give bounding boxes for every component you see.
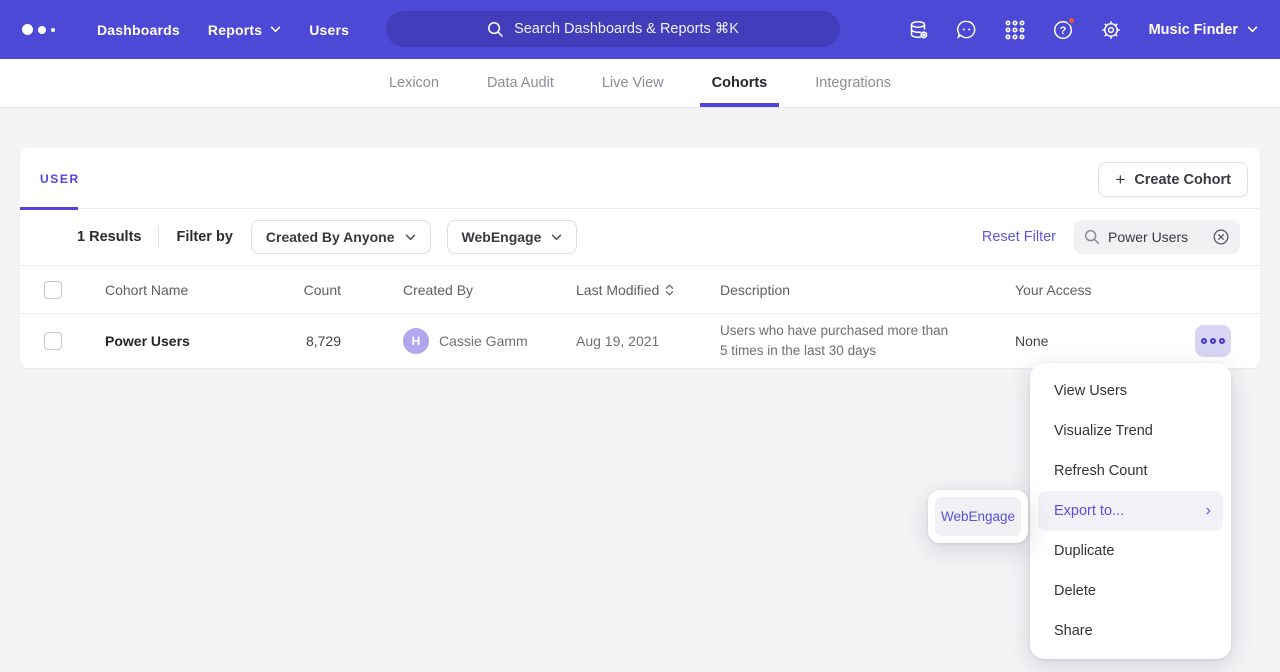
nav-item-dashboards[interactable]: Dashboards: [83, 0, 194, 59]
chevron-down-icon: [1247, 26, 1258, 33]
cohort-search-value: Power Users: [1108, 229, 1204, 245]
last-modified-cell: Aug 19, 2021: [556, 333, 700, 349]
tab-lexicon[interactable]: Lexicon: [365, 59, 463, 107]
global-search-input[interactable]: Search Dashboards & Reports ⌘K: [386, 11, 840, 47]
created-by-cell: H Cassie Gamm: [341, 328, 556, 354]
search-icon: [487, 21, 504, 38]
data-management-icon[interactable]: [895, 0, 943, 59]
menu-item-duplicate[interactable]: Duplicate: [1038, 531, 1223, 571]
row-checkbox[interactable]: [44, 332, 62, 350]
menu-item-delete[interactable]: Delete: [1038, 571, 1223, 611]
nav-item-users[interactable]: Users: [295, 0, 363, 59]
nav-item-reports[interactable]: Reports: [194, 0, 295, 59]
account-name: Music Finder: [1149, 22, 1238, 38]
clear-search-icon[interactable]: [1212, 228, 1230, 246]
results-count: 1 Results: [77, 229, 141, 245]
menu-item-refresh-count[interactable]: Refresh Count: [1038, 451, 1223, 491]
cohort-name-cell[interactable]: Power Users: [85, 333, 285, 349]
tab-live-view[interactable]: Live View: [578, 59, 688, 107]
apps-grid-icon[interactable]: [991, 0, 1039, 59]
submenu-item-webengage[interactable]: WebEngage: [935, 497, 1021, 536]
chevron-down-icon: [551, 234, 562, 241]
create-cohort-button[interactable]: + Create Cohort: [1098, 162, 1248, 197]
global-search-placeholder: Search Dashboards & Reports ⌘K: [514, 21, 739, 37]
column-header-created-by[interactable]: Created By: [341, 282, 556, 298]
submenu-chevron-right-icon: ›: [1206, 503, 1211, 519]
table-header-row: Cohort Name Count Created By Last Modifi…: [20, 265, 1260, 314]
chevron-down-icon: [405, 234, 416, 241]
notification-badge: [1067, 16, 1076, 25]
menu-item-visualize-trend[interactable]: Visualize Trend: [1038, 411, 1223, 451]
tab-cohorts[interactable]: Cohorts: [688, 59, 792, 107]
select-all-checkbox[interactable]: [44, 281, 62, 299]
cohorts-card: USER + Create Cohort 1 Results Filter by…: [20, 148, 1260, 368]
messages-icon[interactable]: [943, 0, 991, 59]
chevron-down-icon: [270, 26, 281, 33]
account-switcher[interactable]: Music Finder: [1135, 0, 1280, 59]
section-tabs: Lexicon Data Audit Live View Cohorts Int…: [0, 59, 1280, 108]
mixpanel-logo[interactable]: [22, 24, 55, 35]
avatar: H: [403, 328, 429, 354]
creator-name: Cassie Gamm: [439, 333, 528, 349]
row-more-options-button[interactable]: [1195, 325, 1231, 357]
filter-toolbar: 1 Results Filter by Created By Anyone We…: [20, 209, 1260, 265]
svg-text:?: ?: [1059, 25, 1066, 37]
tab-user-cohorts[interactable]: USER: [20, 148, 78, 209]
menu-item-share[interactable]: Share: [1038, 611, 1223, 651]
top-navbar: Dashboards Reports Users Search Dashboar…: [0, 0, 1280, 59]
search-icon: [1084, 229, 1100, 245]
settings-gear-icon[interactable]: [1087, 0, 1135, 59]
cohort-search-input[interactable]: Power Users: [1074, 220, 1240, 254]
tab-data-audit[interactable]: Data Audit: [463, 59, 578, 107]
column-header-cohort-name[interactable]: Cohort Name: [85, 282, 285, 298]
menu-item-export-to[interactable]: Export to... ›: [1038, 491, 1223, 531]
column-header-count[interactable]: Count: [285, 282, 341, 298]
integration-filter-dropdown[interactable]: WebEngage: [447, 220, 578, 254]
column-header-your-access[interactable]: Your Access: [975, 282, 1145, 298]
menu-item-view-users[interactable]: View Users: [1038, 371, 1223, 411]
reset-filter-link[interactable]: Reset Filter: [982, 229, 1056, 245]
column-header-last-modified[interactable]: Last Modified: [556, 282, 700, 298]
description-cell: Users who have purchased more than 5 tim…: [700, 321, 975, 360]
column-header-description[interactable]: Description: [700, 282, 975, 298]
cohort-count-cell: 8,729: [285, 333, 341, 349]
export-submenu: WebEngage: [928, 490, 1028, 543]
plus-icon: +: [1115, 171, 1125, 188]
created-by-filter-dropdown[interactable]: Created By Anyone: [251, 220, 431, 254]
tab-integrations[interactable]: Integrations: [791, 59, 915, 107]
cohort-type-tabs: USER + Create Cohort: [20, 148, 1260, 209]
cohort-context-menu: View Users Visualize Trend Refresh Count…: [1030, 363, 1231, 659]
filter-by-label: Filter by: [176, 229, 232, 245]
sort-icon: [665, 283, 674, 297]
help-icon[interactable]: ?: [1039, 0, 1087, 59]
your-access-cell: None: [975, 333, 1145, 349]
divider: [158, 226, 159, 248]
table-row[interactable]: Power Users 8,729 H Cassie Gamm Aug 19, …: [20, 314, 1260, 367]
